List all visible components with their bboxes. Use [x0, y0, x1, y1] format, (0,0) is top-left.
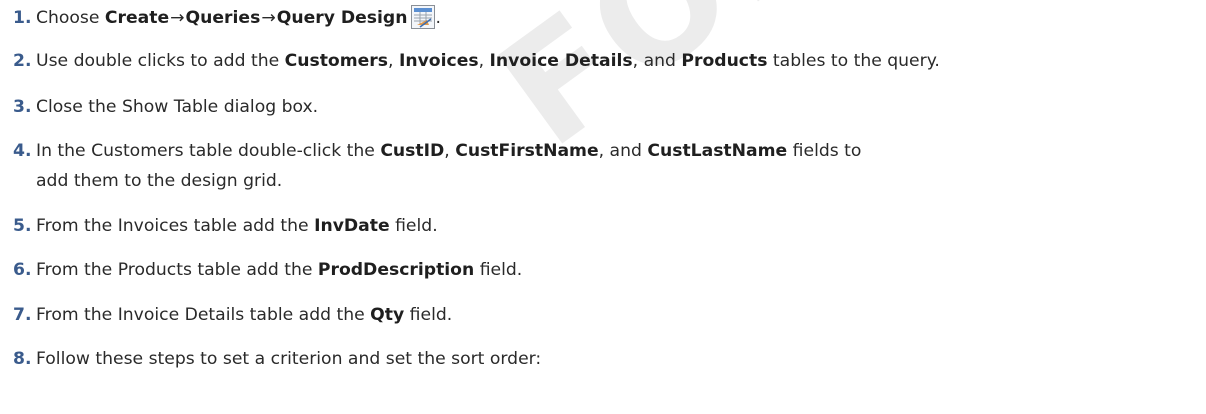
text-run: tables to the query.	[767, 51, 940, 71]
command-create: Create	[104, 8, 170, 28]
text-run: From the Products table add the	[36, 260, 318, 280]
step-text: From the Invoice Details table add the Q…	[36, 305, 452, 325]
field-name-custfirstname: CustFirstName	[455, 141, 599, 161]
text-run: From the Invoices table add the	[36, 216, 315, 236]
step-text: In the Customers table double-click the …	[36, 141, 861, 161]
text-run: Choose	[36, 8, 105, 28]
text-run: field.	[389, 216, 438, 236]
step-number: 2.	[13, 51, 32, 71]
step-4: 4. In the Customers table double-click th…	[13, 136, 1206, 167]
step-text: Follow these steps to set a criterion an…	[36, 349, 542, 369]
step-number: 8.	[13, 349, 32, 369]
table-name-invoice-details: Invoice Details	[489, 51, 633, 71]
text-run: ,	[444, 141, 456, 161]
text-run: , and	[598, 141, 648, 161]
text-run: fields to	[787, 141, 862, 161]
step-text: Close the Show Table dialog box.	[36, 97, 319, 117]
field-name-proddescription: ProdDescription	[317, 260, 475, 280]
text-run: field.	[404, 305, 453, 325]
command-query-design: Query Design	[276, 8, 408, 28]
step-number: 3.	[13, 97, 32, 117]
text-run: ,	[388, 51, 399, 71]
step-5: 5. From the Invoices table add the InvDat…	[13, 211, 1206, 242]
text-run: Use double clicks to add the	[36, 51, 285, 71]
text-run: From the Invoice Details table add the	[36, 305, 371, 325]
step-number: 1.	[13, 8, 32, 28]
step-text: From the Products table add the ProdDesc…	[36, 260, 522, 280]
step-number: 7.	[13, 305, 32, 325]
table-name-products: Products	[681, 51, 768, 71]
step-number: 6.	[13, 260, 32, 280]
text-run: In the Customers table double-click the	[36, 141, 381, 161]
field-name-invdate: InvDate	[314, 216, 390, 236]
table-name-invoices: Invoices	[398, 51, 479, 71]
step-7: 7. From the Invoice Details table add the…	[13, 300, 1206, 331]
step-6: 6. From the Products table add the ProdDe…	[13, 255, 1206, 286]
arrow: →	[261, 8, 276, 28]
step-8: 8. Follow these steps to set a criterion …	[13, 344, 1206, 375]
step-3: 3. Close the Show Table dialog box.	[13, 92, 1206, 123]
step-number: 4.	[13, 141, 32, 161]
step-text: Use double clicks to add the Customers , …	[36, 51, 940, 71]
step-text: Choose Create→Queries→Query Design .	[36, 5, 441, 29]
arrow: →	[170, 8, 185, 28]
step-number: 5.	[13, 216, 32, 236]
step-text: From the Invoices table add the InvDate …	[36, 216, 438, 236]
step-2: 2. Use double clicks to add the Customers…	[13, 46, 1206, 77]
step-1: 1. Choose Create→Queries→Query Design .	[13, 3, 1206, 34]
text-run: ,	[478, 51, 490, 71]
text-run: , and	[632, 51, 682, 71]
text-run: field.	[474, 260, 523, 280]
field-name-qty: Qty	[370, 305, 405, 325]
command-queries: Queries	[185, 8, 261, 28]
table-name-customers: Customers	[284, 51, 389, 71]
query-design-icon	[411, 5, 436, 29]
step-4-continuation: add them to the design grid.	[36, 171, 283, 191]
text-run: .	[435, 8, 441, 28]
field-name-custlastname: CustLastName	[647, 141, 788, 161]
field-name-custid: CustID	[380, 141, 445, 161]
